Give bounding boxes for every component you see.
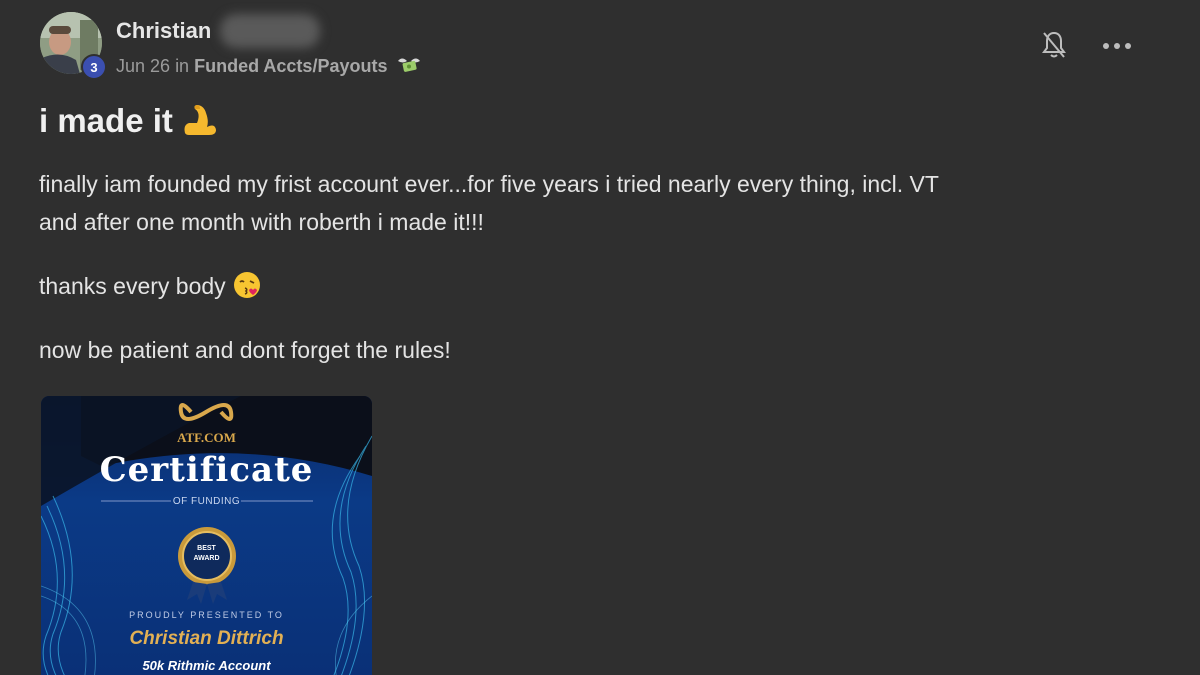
post-card: 3 Christian Jun 26 in Funded Accts/Payou…	[0, 0, 1200, 675]
certificate-brand: ATF.COM	[177, 430, 236, 445]
post-paragraph-2: and after one month with roberth i made …	[39, 209, 484, 235]
post-meta: Jun 26 in Funded Accts/Payouts	[116, 55, 422, 80]
post-title-text: i made it	[39, 102, 173, 139]
award-seal-icon	[178, 527, 236, 604]
category-link[interactable]: Funded Accts/Payouts	[194, 56, 387, 76]
post-date[interactable]: Jun 26	[116, 56, 170, 76]
award-line-1: BEST	[197, 545, 216, 552]
author-name[interactable]: Christian	[116, 18, 211, 44]
certificate-recipient: Christian Dittrich	[129, 628, 284, 649]
post-paragraph-3: thanks every body	[39, 267, 262, 311]
notification-toggle-button[interactable]	[1038, 30, 1070, 64]
flexed-biceps-icon	[181, 103, 219, 145]
post-paragraph-4: now be patient and dont forget the rules…	[39, 337, 451, 363]
money-wings-icon	[396, 55, 422, 80]
author-avatar-wrap[interactable]: 3	[40, 12, 107, 80]
award-line-2: AWARD	[193, 555, 220, 562]
bell-off-icon	[1041, 30, 1067, 65]
certificate-presented-to: PROUDLY PRESENTED TO	[129, 610, 284, 620]
thanks-text: thanks every body	[39, 273, 226, 299]
level-badge: 3	[81, 54, 107, 80]
certificate-subheading: OF FUNDING	[172, 496, 241, 507]
post-title: i made it	[39, 102, 219, 145]
certificate-image[interactable]: ATF.COM Certificate OF FUNDING BEST AWAR…	[41, 396, 372, 675]
redacted-surname	[220, 14, 320, 48]
face-blowing-kiss-icon	[232, 270, 262, 311]
in-label: in	[175, 56, 190, 76]
more-options-button[interactable]	[1098, 32, 1136, 60]
certificate-account: 50k Rithmic Account	[142, 658, 271, 673]
post-paragraph-1: finally iam founded my frist account eve…	[39, 171, 939, 197]
certificate-heading: Certificate	[99, 450, 314, 490]
more-dots-icon	[1102, 37, 1132, 55]
